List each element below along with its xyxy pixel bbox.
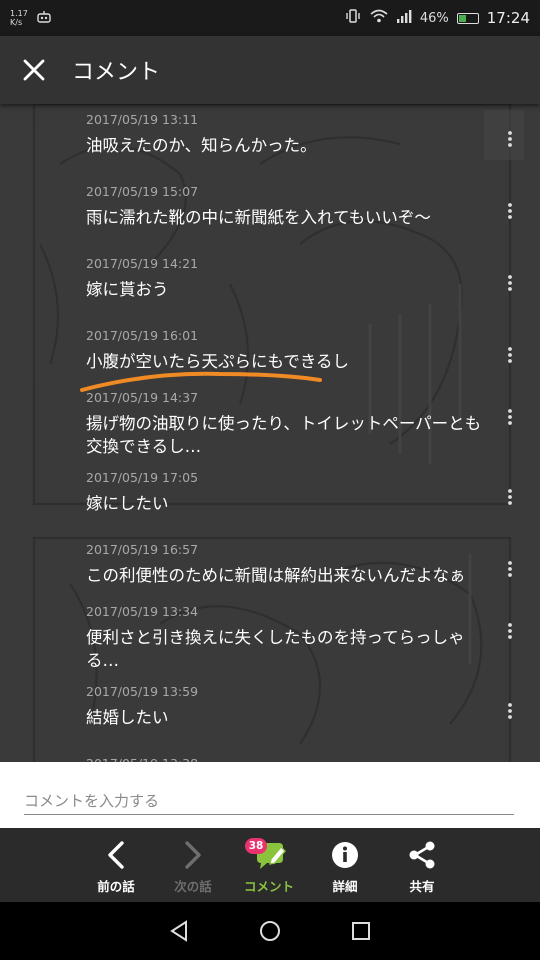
more-vertical-icon[interactable] <box>498 616 522 646</box>
more-vertical-icon[interactable] <box>498 554 522 584</box>
more-vertical-icon[interactable] <box>498 268 522 298</box>
system-nav-bar <box>0 902 540 960</box>
share-icon <box>384 838 460 872</box>
comment-tab-label: コメント <box>243 879 294 894</box>
vibrate-icon <box>344 8 362 28</box>
home-circle-icon[interactable] <box>255 916 285 946</box>
comment-date: 2017/05/19 13:59 <box>86 684 199 699</box>
comment-text: 結婚したい <box>86 708 169 727</box>
more-vertical-icon[interactable] <box>498 124 522 154</box>
clock: 17:24 <box>486 9 530 27</box>
comment-date: 2017/05/19 13:11 <box>86 112 199 127</box>
more-vertical-icon[interactable] <box>498 340 522 370</box>
network-speed: 1.17 K/s <box>10 9 28 27</box>
comment-date: 2017/05/19 14:21 <box>86 256 199 271</box>
more-vertical-icon[interactable] <box>498 482 522 512</box>
comment-text: 便利さと引き換えに失くしたものを持ってらっしゃる… <box>86 628 465 670</box>
comment-date: 2017/05/19 14:37 <box>86 390 199 405</box>
more-vertical-icon[interactable] <box>498 196 522 226</box>
comment-text: 嫁に貰おう <box>86 280 169 299</box>
battery-level <box>458 14 466 22</box>
next-episode-button[interactable]: 次の話 <box>155 828 231 902</box>
close-icon[interactable] <box>0 36 68 104</box>
comment-input-area <box>0 762 540 828</box>
signal-icon <box>396 9 412 27</box>
comment-text: 揚げ物の油取りに使ったり、トイレットペーパーとも交換できるし… <box>86 414 482 456</box>
comment-text: 小腹が空いたら天ぷらにもできるし <box>86 352 350 371</box>
wifi-icon <box>370 9 388 27</box>
robot-notification-icon <box>36 10 52 27</box>
status-left: 1.17 K/s <box>10 9 52 27</box>
comment-input[interactable] <box>24 788 514 815</box>
recents-square-icon[interactable] <box>346 916 376 946</box>
status-right: 46% 17:24 <box>344 8 530 28</box>
status-bar: 1.17 K/s 46% 17:24 <box>0 0 540 36</box>
page-title: コメント <box>72 60 161 85</box>
comment-text: 雨に濡れた靴の中に新聞紙を入れてもいいぞ〜 <box>86 208 431 227</box>
comment-count-badge: 38 <box>245 838 267 854</box>
share-label: 共有 <box>409 879 435 894</box>
comment-list-area[interactable]: 2017/05/19 13:11 油吸えたのか、知らんかった。 2017/05/19… <box>0 104 540 762</box>
comment-text: この利便性のために新聞は解約出来ないんだよなぁ <box>86 566 466 585</box>
comment-tab-button[interactable]: コメント <box>231 828 307 902</box>
comment-date: 2017/05/19 16:57 <box>86 542 199 557</box>
header-bar: コメント <box>0 36 540 104</box>
battery-percent: 46% <box>419 10 449 26</box>
comment-text: 油吸えたのか、知らんかった。 <box>86 136 317 155</box>
bottom-nav: 前の話 次の話 コメント 38 詳細 共有 <box>0 828 540 902</box>
more-vertical-icon[interactable] <box>498 402 522 432</box>
comment-date: 2017/05/19 15:07 <box>86 184 199 199</box>
back-triangle-icon[interactable] <box>164 916 194 946</box>
chevron-right-icon <box>155 838 231 872</box>
prev-episode-label: 前の話 <box>97 879 135 894</box>
chevron-left-icon <box>78 838 154 872</box>
details-button[interactable]: 詳細 <box>307 828 383 902</box>
comment-icon <box>231 838 307 872</box>
info-icon <box>307 838 383 872</box>
next-episode-label: 次の話 <box>174 879 212 894</box>
prev-episode-button[interactable]: 前の話 <box>78 828 154 902</box>
comment-text: 嫁にしたい <box>86 494 169 513</box>
share-button[interactable]: 共有 <box>384 828 460 902</box>
more-vertical-icon[interactable] <box>498 696 522 726</box>
details-label: 詳細 <box>332 879 358 894</box>
battery-icon <box>456 12 479 24</box>
comment-date: 2017/05/19 17:05 <box>86 470 199 485</box>
network-speed-value: 1.17 <box>10 9 28 18</box>
comment-date: 2017/05/19 16:01 <box>86 328 199 343</box>
comment-date: 2017/05/19 13:34 <box>86 604 199 619</box>
network-speed-unit: K/s <box>10 18 23 27</box>
